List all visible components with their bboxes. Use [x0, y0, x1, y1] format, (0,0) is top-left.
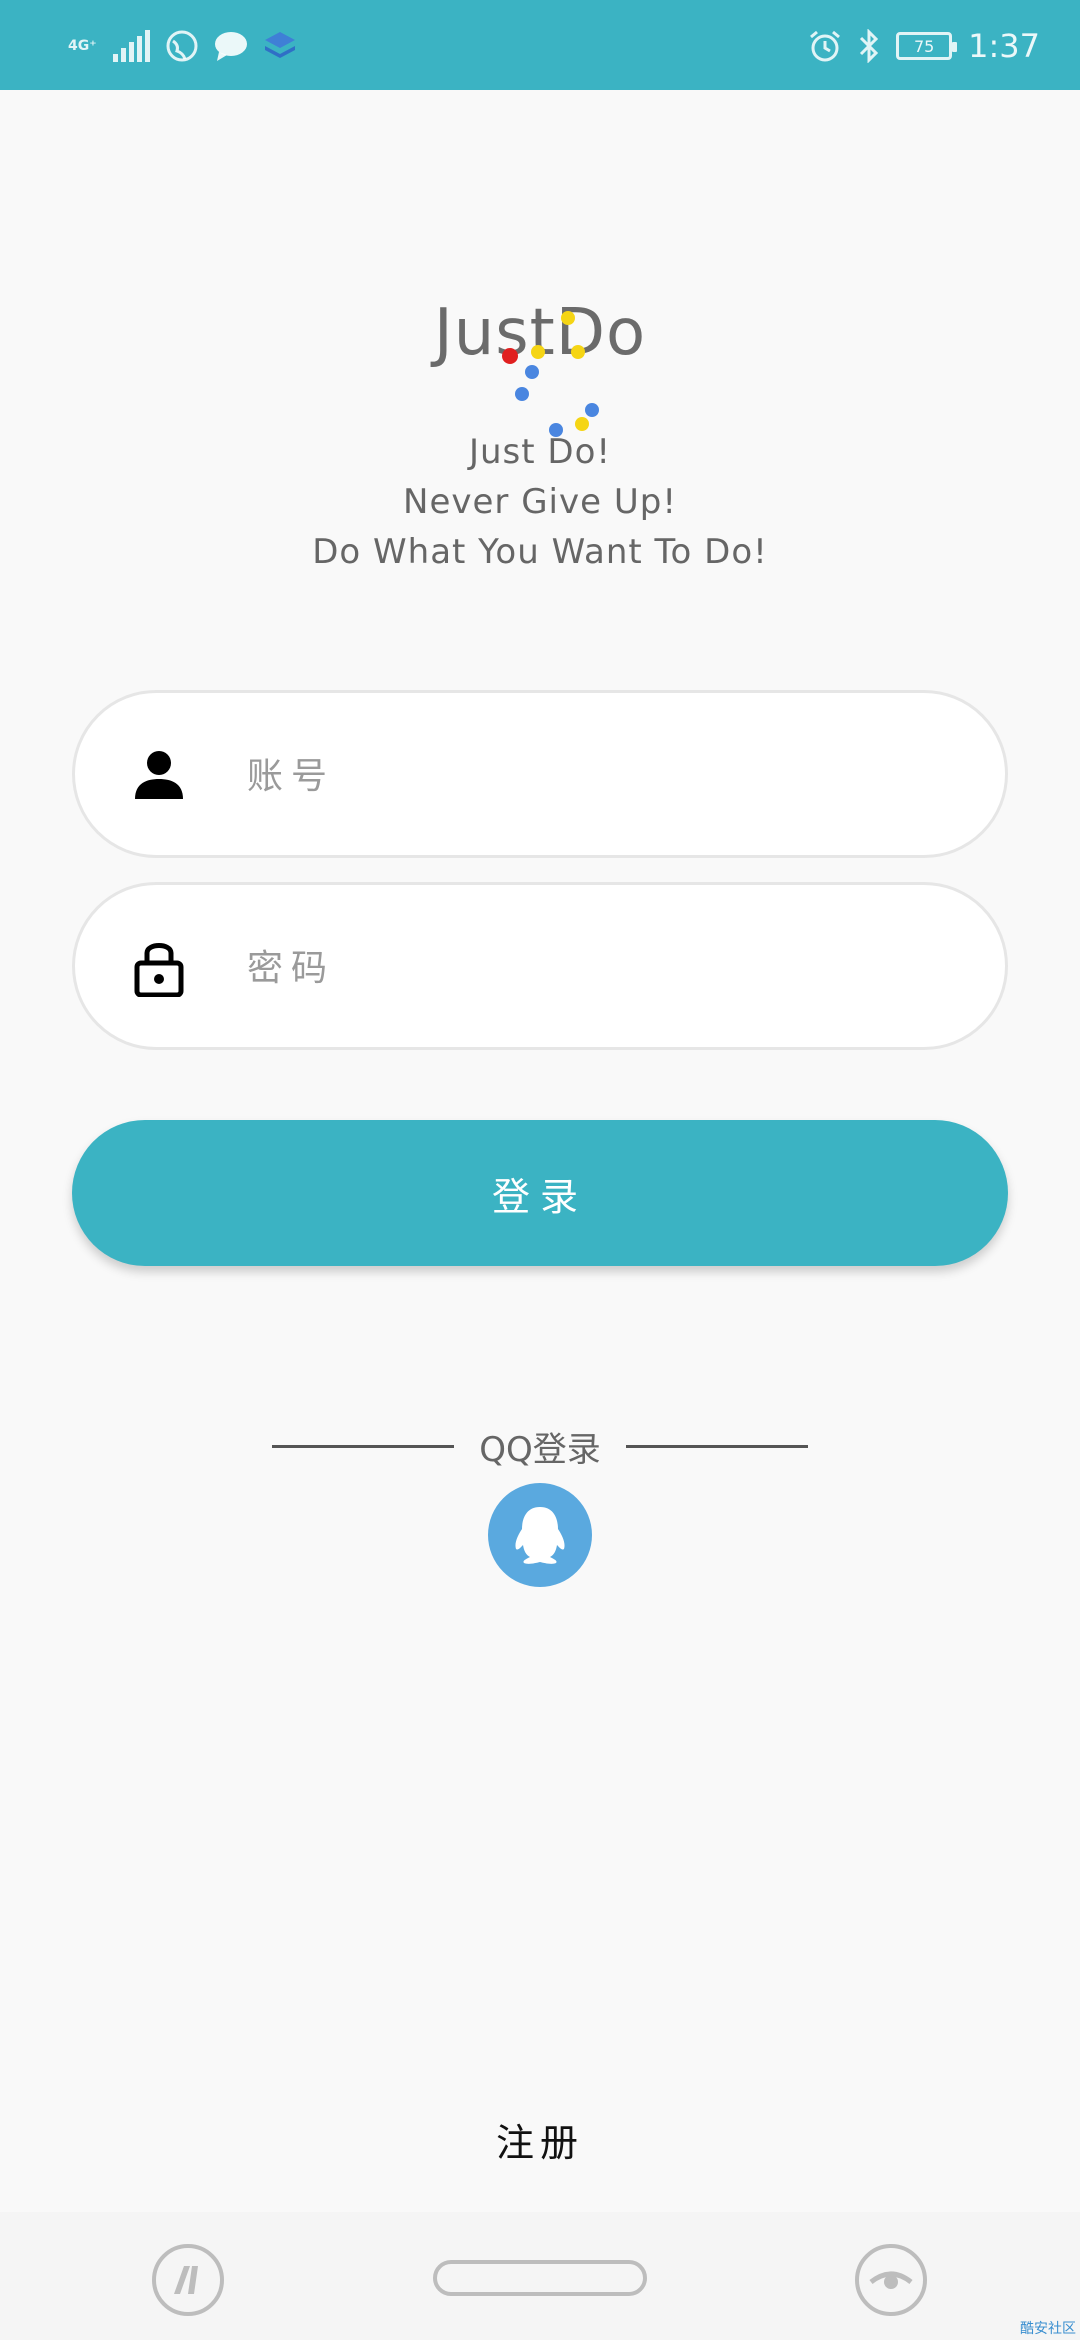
- tagline-3: Do What You Want To Do!: [312, 532, 768, 572]
- status-left: 4G⁺: [68, 24, 297, 68]
- alarm-icon: [810, 30, 841, 62]
- bluetooth-icon: [860, 29, 879, 63]
- clock: 1:37: [968, 27, 1040, 65]
- qq-penguin-icon: [515, 1507, 565, 1564]
- eye-icon: [869, 2271, 913, 2289]
- account-input[interactable]: [245, 743, 965, 809]
- password-input[interactable]: [245, 935, 965, 1001]
- divider-left: [272, 1445, 454, 1448]
- tagline-2: Never Give Up!: [403, 482, 677, 522]
- person-icon: [135, 751, 183, 799]
- system-nav-bar: 酷安社区: [0, 2212, 1080, 2340]
- tagline-1: Just Do!: [468, 432, 612, 472]
- account-field[interactable]: [72, 690, 1008, 858]
- message-icon: [214, 32, 247, 61]
- status-bar: 4G⁺ 75 1:37: [0, 0, 1080, 90]
- battery-level: 75: [913, 36, 935, 56]
- divider-right: [626, 1445, 808, 1448]
- signal-icon: [112, 30, 150, 62]
- layers-icon: [264, 32, 295, 58]
- battery-indicator: 75: [896, 32, 958, 60]
- browser-icon: [166, 30, 198, 62]
- logo-dots-decoration: [502, 311, 599, 437]
- watermark: 酷安社区: [1020, 2321, 1076, 2337]
- qq-login-label: QQ登录: [479, 1430, 601, 1470]
- assistant-icon: [174, 2266, 198, 2294]
- nav-eye-button[interactable]: [855, 2244, 927, 2316]
- status-right: 75 1:37: [808, 24, 1040, 68]
- password-field[interactable]: [72, 882, 1008, 1050]
- nav-home-button[interactable]: [433, 2260, 647, 2296]
- nav-assistant-button[interactable]: [152, 2244, 224, 2316]
- login-button[interactable]: 登录: [72, 1120, 1008, 1266]
- register-link[interactable]: 注册: [440, 2112, 640, 2167]
- lock-icon: [134, 943, 184, 997]
- app-logo: JustDo: [0, 280, 1080, 450]
- qq-login-button[interactable]: [488, 1483, 592, 1587]
- network-type: 4G⁺: [68, 38, 97, 54]
